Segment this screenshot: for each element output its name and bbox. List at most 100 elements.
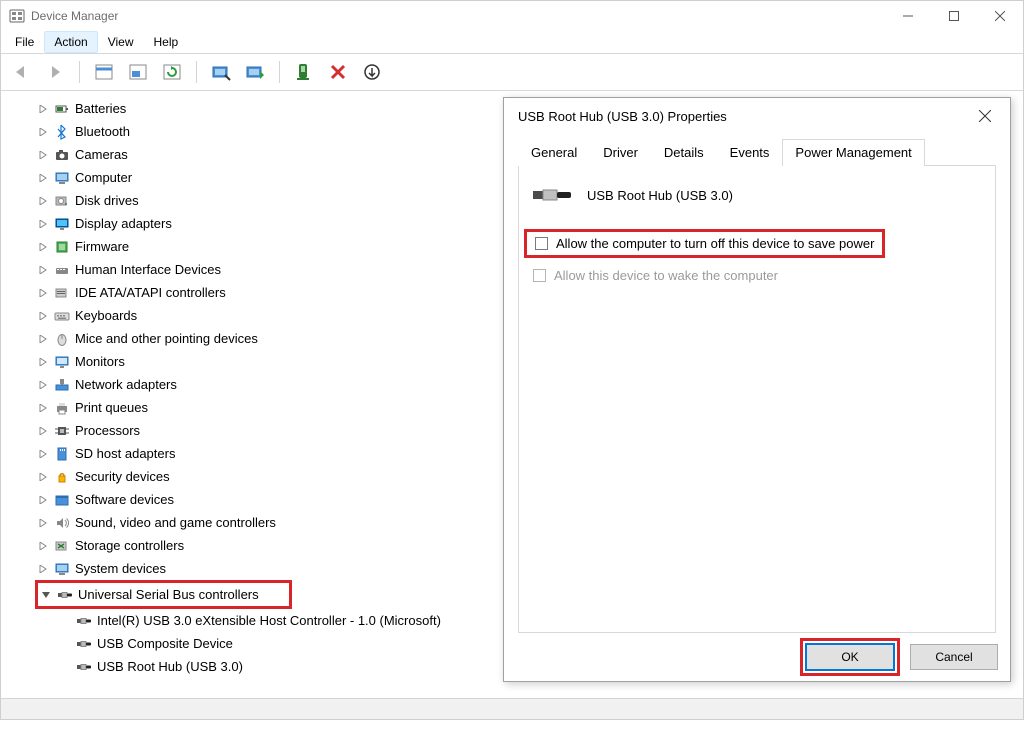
expand-arrow-icon[interactable] [35,473,51,481]
status-bar [1,698,1023,719]
tab-events[interactable]: Events [717,139,783,166]
expand-arrow-icon[interactable] [35,105,51,113]
properties-icon[interactable] [126,60,150,84]
expand-arrow-icon[interactable] [35,542,51,550]
allow-wake-checkbox [533,269,546,282]
tab-power-management[interactable]: Power Management [782,139,924,166]
tab-details[interactable]: Details [651,139,717,166]
scan-hardware-icon[interactable] [209,60,233,84]
allow-turnoff-option[interactable]: Allow the computer to turn off this devi… [533,234,876,253]
tree-node-label: Software devices [75,492,174,507]
usb-connector-icon [533,180,573,210]
add-legacy-icon[interactable] [360,60,384,84]
expand-arrow-icon[interactable] [35,519,51,527]
expand-arrow-icon[interactable] [35,151,51,159]
menu-bar: FileActionViewHelp [1,31,1023,54]
minimize-button[interactable] [885,1,931,31]
expand-arrow-icon[interactable] [35,335,51,343]
expand-arrow-icon[interactable] [35,565,51,573]
uninstall-device-icon[interactable] [326,60,350,84]
allow-turnoff-checkbox[interactable] [535,237,548,250]
expand-arrow-icon[interactable] [35,404,51,412]
tree-node-label: Monitors [75,354,125,369]
expand-arrow-icon[interactable] [35,427,51,435]
tree-node-label: Processors [75,423,140,438]
tree-node-label: USB Root Hub (USB 3.0) [97,659,243,674]
tree-node-label: Sound, video and game controllers [75,515,276,530]
tree-node-label: Display adapters [75,216,172,231]
camera-icon [53,146,71,164]
expand-arrow-icon[interactable] [35,266,51,274]
tree-node-label: Security devices [75,469,170,484]
menu-file[interactable]: File [5,31,44,53]
dialog-close-button[interactable] [970,101,1000,131]
security-icon [53,468,71,486]
tree-node-label: Print queues [75,400,148,415]
tree-node-label: SD host adapters [75,446,175,461]
hid-icon [53,261,71,279]
allow-turnoff-highlight: Allow the computer to turn off this devi… [524,229,885,258]
expand-arrow-icon[interactable] [35,289,51,297]
dialog-title: USB Root Hub (USB 3.0) Properties [518,109,727,124]
expand-arrow-icon[interactable] [35,174,51,182]
usb-icon [75,635,93,653]
back-arrow-icon[interactable] [9,60,33,84]
firmware-icon [53,238,71,256]
system-icon [53,560,71,578]
expand-arrow-icon[interactable] [35,450,51,458]
cancel-button[interactable]: Cancel [910,644,998,670]
update-driver-icon[interactable] [292,60,316,84]
menu-help[interactable]: Help [144,31,189,53]
usb-icon [56,586,74,604]
sd-icon [53,445,71,463]
tree-node-label: Cameras [75,147,128,162]
tree-node-label: USB Composite Device [97,636,233,651]
tree-node-label: IDE ATA/ATAPI controllers [75,285,226,300]
expand-arrow-icon[interactable] [35,197,51,205]
tree-node-label: System devices [75,561,166,576]
software-icon [53,491,71,509]
allow-turnoff-label: Allow the computer to turn off this devi… [556,236,874,251]
allow-wake-label: Allow this device to wake the computer [554,268,778,283]
printer-icon [53,399,71,417]
window-title: Device Manager [31,9,885,23]
expand-arrow-icon[interactable] [35,128,51,136]
ok-highlight: OK [800,638,900,676]
expand-arrow-icon[interactable] [35,496,51,504]
menu-view[interactable]: View [98,31,144,53]
tab-general[interactable]: General [518,139,590,166]
network-icon [53,376,71,394]
collapse-arrow-icon[interactable] [38,591,54,599]
tree-node[interactable]: Universal Serial Bus controllers [38,583,289,606]
title-bar: Device Manager [1,1,1023,31]
expand-arrow-icon[interactable] [35,243,51,251]
expand-arrow-icon[interactable] [35,220,51,228]
ok-button[interactable]: OK [805,643,895,671]
maximize-button[interactable] [931,1,977,31]
tree-node-label: Human Interface Devices [75,262,221,277]
expand-arrow-icon[interactable] [35,381,51,389]
tree-node-label: Universal Serial Bus controllers [78,587,259,602]
app-icon [9,8,25,24]
refresh-icon[interactable] [160,60,184,84]
tree-node-label: Mice and other pointing devices [75,331,258,346]
expand-arrow-icon[interactable] [35,312,51,320]
menu-action[interactable]: Action [44,31,97,53]
enable-device-icon[interactable] [243,60,267,84]
tab-power-management: USB Root Hub (USB 3.0) Allow the compute… [518,166,996,633]
show-hide-icon[interactable] [92,60,116,84]
tree-node-label: Computer [75,170,132,185]
tree-node-label: Batteries [75,101,126,116]
usb-category-highlight: Universal Serial Bus controllers [35,580,292,609]
tab-driver[interactable]: Driver [590,139,651,166]
device-name-label: USB Root Hub (USB 3.0) [587,188,733,203]
keyboard-icon [53,307,71,325]
close-button[interactable] [977,1,1023,31]
mouse-icon [53,330,71,348]
tree-node-label: Intel(R) USB 3.0 eXtensible Host Control… [97,613,441,628]
tree-node-label: Disk drives [75,193,139,208]
properties-dialog: USB Root Hub (USB 3.0) Properties Genera… [503,97,1011,682]
expand-arrow-icon[interactable] [35,358,51,366]
dialog-button-row: OK Cancel [504,633,1010,681]
forward-arrow-icon[interactable] [43,60,67,84]
